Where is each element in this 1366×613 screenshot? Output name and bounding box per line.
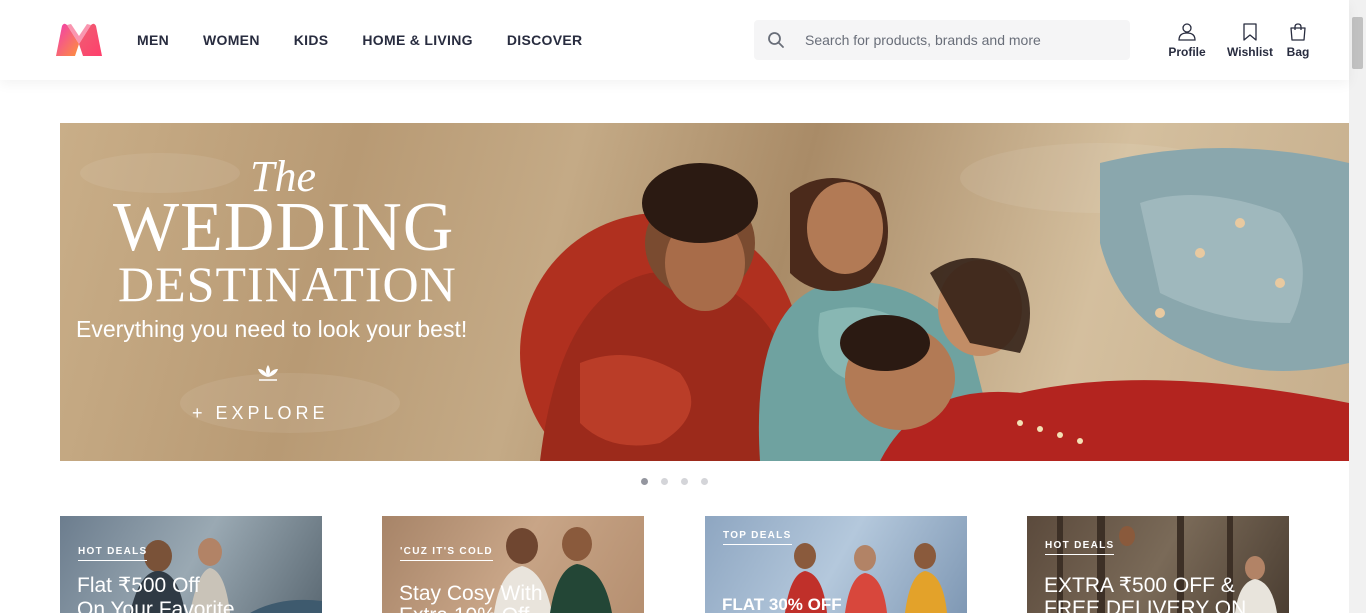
nav-item-women[interactable]: WOMEN <box>203 32 260 48</box>
header-actions: Profile Wishlist Bag <box>1160 22 1318 59</box>
deal-card-tag: HOT DEALS <box>78 546 148 561</box>
search-bar <box>754 20 1130 60</box>
deal-card-tag: 'CUZ IT'S COLD <box>400 546 493 561</box>
search-icon[interactable] <box>767 31 785 49</box>
wishlist-label: Wishlist <box>1227 45 1273 59</box>
hero-heading-destination: DESTINATION <box>118 256 457 312</box>
deal-card-subtitle: FREE DELIVERY ON <box>1044 597 1247 613</box>
deal-card-2[interactable]: 'CUZ IT'S COLD Stay Cosy With Extra 10% … <box>382 516 644 613</box>
hero-heading-wedding: WEDDING <box>113 189 455 266</box>
bag-button[interactable]: Bag <box>1278 22 1318 59</box>
carousel-dot[interactable] <box>641 478 648 485</box>
bag-label: Bag <box>1286 45 1310 59</box>
profile-label: Profile <box>1168 45 1206 59</box>
hero-explore-link[interactable]: + EXPLORE <box>192 403 329 424</box>
carousel-dot[interactable] <box>681 478 688 485</box>
search-input[interactable] <box>805 21 1125 59</box>
carousel-dots <box>641 478 721 485</box>
lotus-icon <box>258 365 278 381</box>
deal-card-title: Flat ₹500 Off <box>77 574 200 597</box>
deal-card-tag: HOT DEALS <box>1045 540 1115 555</box>
deal-card-4[interactable]: HOT DEALS EXTRA ₹500 OFF & FREE DELIVERY… <box>1027 516 1289 613</box>
carousel-dot[interactable] <box>661 478 668 485</box>
deal-card-subtitle: Extra 10% Off <box>399 604 529 613</box>
nav-item-men[interactable]: MEN <box>137 32 169 48</box>
deal-card-title: EXTRA ₹500 OFF & <box>1044 574 1235 597</box>
nav-item-kids[interactable]: KIDS <box>294 32 329 48</box>
nav-item-discover[interactable]: DISCOVER <box>507 32 583 48</box>
shopping-bag-icon <box>1290 23 1306 41</box>
hero-banner[interactable]: The WEDDING DESTINATION Everything you n… <box>60 123 1349 461</box>
deal-card-subtitle: On Your Favorite <box>77 598 235 613</box>
deal-card-3[interactable]: TOP DEALS FLAT 30% OFF <box>705 516 967 613</box>
carousel-dot[interactable] <box>701 478 708 485</box>
wishlist-button[interactable]: Wishlist <box>1223 22 1277 59</box>
page-scrollbar[interactable] <box>1349 0 1366 613</box>
main-nav: MEN WOMEN KIDS HOME & LIVING DISCOVER <box>137 0 616 80</box>
deal-card-title: FLAT 30% OFF <box>722 595 842 613</box>
deal-card-title: Stay Cosy With <box>399 582 543 605</box>
site-header: MEN WOMEN KIDS HOME & LIVING DISCOVER Pr… <box>0 0 1349 80</box>
deal-card-tag: TOP DEALS <box>723 530 792 545</box>
hero-text-block: The WEDDING DESTINATION Everything you n… <box>60 123 500 461</box>
deal-card-1[interactable]: HOT DEALS Flat ₹500 Off On Your Favorite <box>60 516 322 613</box>
person-icon <box>1178 23 1196 41</box>
myntra-logo-icon[interactable] <box>54 22 104 58</box>
nav-item-home-living[interactable]: HOME & LIVING <box>362 32 472 48</box>
bookmark-icon <box>1243 23 1257 41</box>
scrollbar-thumb[interactable] <box>1352 17 1363 69</box>
hero-subtitle: Everything you need to look your best! <box>76 316 468 342</box>
profile-button[interactable]: Profile <box>1160 22 1214 59</box>
hero-models-image <box>520 148 1349 461</box>
